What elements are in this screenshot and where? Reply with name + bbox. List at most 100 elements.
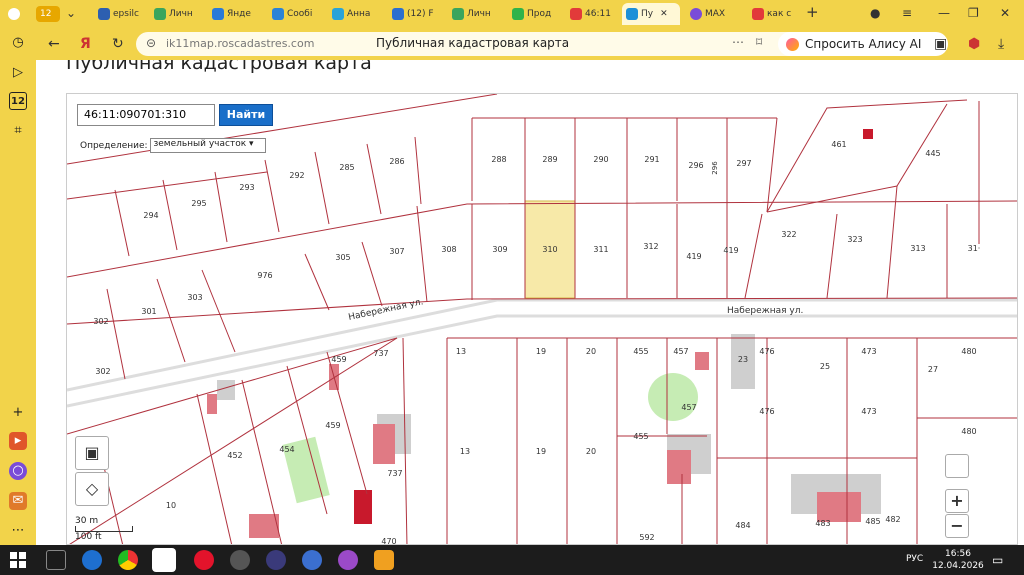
object-type-select[interactable]: земельный участок ▾ — [150, 138, 267, 153]
tab-9[interactable]: 46:11 — [566, 3, 618, 25]
tab-favicon — [392, 8, 404, 20]
more-icon[interactable]: ⋯ — [732, 35, 744, 49]
app-icon[interactable] — [302, 550, 322, 570]
tab-counter[interactable]: 12 — [36, 6, 60, 22]
parcel-label: 480 — [961, 347, 976, 356]
parcel-label: 310 — [542, 245, 557, 254]
site-info-icon[interactable]: ⊝ — [146, 36, 156, 50]
close-window-icon[interactable]: ✕ — [1000, 6, 1010, 20]
alice-icon — [786, 37, 799, 51]
tab-favicon — [690, 8, 702, 20]
layers-icon[interactable]: ◇ — [75, 472, 109, 506]
history-icon[interactable]: ◷ — [9, 34, 27, 52]
parcel-label: 13 — [456, 347, 466, 356]
url-host: ik11map.roscadastres.com — [166, 37, 315, 50]
yandex-logo-icon[interactable]: Я — [80, 36, 91, 52]
page-title: Публичная кадастровая карта — [66, 60, 372, 74]
tab-favicon — [512, 8, 524, 20]
tab-counter-label: 12 — [40, 9, 52, 19]
cadastral-number-input[interactable]: 46:11:090701:310 — [77, 104, 215, 126]
bookmark-icon[interactable]: ⌑ — [756, 35, 762, 49]
parcel-label: 20 — [586, 447, 596, 456]
cadastral-map[interactable]: Набережная ул. Набережная ул. 294 295 29… — [66, 93, 1018, 545]
screenshot-icon[interactable]: ⌗ — [9, 122, 27, 140]
parcel-label: 455 — [633, 347, 648, 356]
find-button[interactable]: Найти — [219, 104, 273, 126]
chrome-icon[interactable] — [118, 550, 138, 570]
settings-icon[interactable]: ⋯ — [9, 522, 27, 540]
zoom-out-button[interactable]: − — [945, 514, 969, 538]
parcel-label: 289 — [542, 155, 557, 164]
downloads-icon[interactable]: ⤓ — [998, 36, 1004, 52]
tab-6[interactable]: (12) F — [388, 3, 440, 25]
parcel-label: 297 — [736, 159, 751, 168]
app-icon[interactable] — [266, 550, 286, 570]
edge-icon[interactable] — [82, 550, 102, 570]
define-label: Определение: — [80, 141, 148, 151]
tab-12[interactable]: как с — [748, 3, 800, 25]
parcel-label: 457 — [681, 403, 696, 412]
app-icon[interactable] — [230, 550, 250, 570]
refresh-icon[interactable]: ↻ — [112, 36, 124, 52]
tab-11[interactable]: MAX — [686, 3, 744, 25]
scale-bar: 30 m 100 ft — [75, 516, 133, 542]
extensions-icon[interactable]: ⬢ — [968, 36, 980, 52]
tab-2[interactable]: Личн — [150, 3, 202, 25]
zoom-in-button[interactable]: + — [945, 489, 969, 513]
tab-7[interactable]: Личн — [448, 3, 500, 25]
back-icon[interactable]: ← — [48, 36, 60, 52]
app-icon[interactable] — [338, 550, 358, 570]
play-icon[interactable]: ▷ — [9, 64, 27, 82]
ask-alice-button[interactable]: Спросить Алису AI — [778, 32, 948, 56]
browser-menu-icon[interactable] — [4, 3, 30, 25]
tab-label: Янде — [227, 9, 251, 19]
close-icon[interactable]: ✕ — [660, 9, 668, 19]
mail-icon[interactable]: ✉ — [9, 492, 27, 510]
chevron-down-icon[interactable]: ⌄ — [66, 6, 76, 20]
calendar-icon[interactable]: 12 — [9, 92, 27, 110]
collections-icon[interactable]: ▣ — [934, 36, 947, 52]
tab-label: как с — [767, 9, 792, 19]
yandex-browser-icon[interactable] — [152, 548, 176, 572]
parcel-label: 295 — [191, 199, 206, 208]
parcel-label: 484 — [735, 521, 750, 530]
tab-8[interactable]: Прод — [508, 3, 560, 25]
notifications-icon[interactable]: ▭ — [992, 553, 1003, 567]
tab-4[interactable]: Сообі — [268, 3, 320, 25]
language-indicator[interactable]: РУС — [906, 554, 923, 564]
browser-window: 12 ⌄ epsilc Личн Янде Сообі Анна (12) F … — [0, 0, 1024, 575]
parcel-label: 307 — [389, 247, 404, 256]
parcel-label: 459 — [331, 355, 346, 364]
tab-1[interactable]: epsilc — [94, 3, 144, 25]
tab-label: epsilc — [113, 9, 139, 19]
parcel-label: 312 — [643, 242, 658, 251]
opera-icon[interactable] — [194, 550, 214, 570]
parcel-label: 311 — [593, 245, 608, 254]
restore-icon[interactable]: ❐ — [968, 6, 979, 20]
scale-metric: 30 m — [75, 516, 99, 526]
tab-label: (12) F — [407, 9, 434, 19]
windows-start-icon[interactable] — [10, 552, 26, 568]
minimize-icon[interactable]: — — [938, 6, 950, 20]
messenger-icon[interactable]: ○ — [9, 462, 27, 480]
parcel-label: 302 — [95, 367, 110, 376]
address-bar[interactable]: ⊝ ik11map.roscadastres.com Публичная кад… — [136, 32, 812, 56]
profile-icon[interactable]: ● — [870, 6, 880, 20]
tab-10-active[interactable]: Пу ✕ — [622, 3, 680, 25]
add-panel-icon[interactable]: + — [9, 404, 27, 422]
clock-time: 16:56 — [945, 549, 971, 559]
fullscreen-button[interactable] — [945, 454, 969, 478]
street-label: Набережная ул. — [727, 306, 803, 316]
clock[interactable]: 16:56 12.04.2026 — [930, 548, 986, 572]
bookmarks-icon[interactable]: ≡ — [902, 6, 912, 20]
app-icon[interactable]: ▸ — [9, 432, 27, 450]
app-icon[interactable] — [374, 550, 394, 570]
parcel-label: 20 — [586, 347, 596, 356]
tab-3[interactable]: Янде — [208, 3, 260, 25]
map-canvas[interactable]: Набережная ул. Набережная ул. 294 295 29… — [67, 94, 1018, 545]
new-tab-icon[interactable]: + — [806, 3, 819, 21]
parcel-label: 296 — [688, 161, 703, 170]
layers-toggle-icon[interactable]: ▣ — [75, 436, 109, 470]
task-view-icon[interactable] — [46, 550, 66, 570]
tab-5[interactable]: Анна — [328, 3, 380, 25]
